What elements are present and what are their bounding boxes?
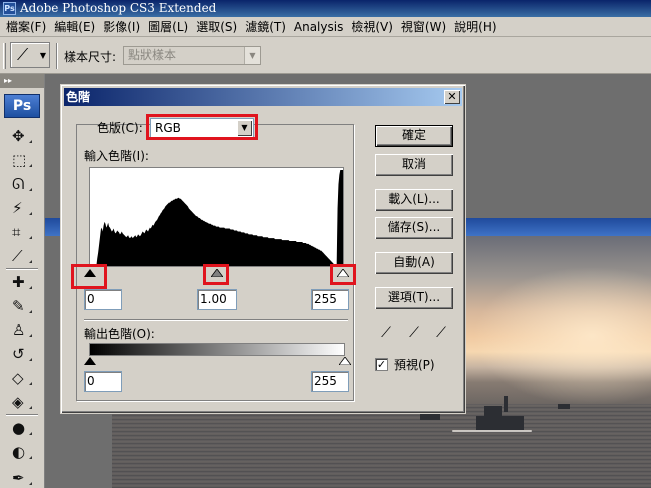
menu-filter[interactable]: 濾鏡(T): [243, 17, 292, 37]
output-gradient-bar: [89, 343, 345, 356]
photoshop-logo[interactable]: Ps: [4, 94, 40, 118]
tool-preset-picker[interactable]: ⟋ ▼: [10, 42, 50, 68]
clone-stamp-tool-icon[interactable]: ♙: [6, 320, 38, 340]
annotation-highlight: [330, 264, 356, 285]
output-black-handle[interactable]: [84, 357, 96, 365]
boat: [558, 404, 570, 409]
pen-tool-icon[interactable]: ✒: [6, 468, 38, 488]
menu-image[interactable]: 影像(I): [101, 17, 146, 37]
menu-file[interactable]: 檔案(F): [4, 17, 52, 37]
toolbox-header[interactable]: ▸▸: [0, 74, 44, 88]
menu-window[interactable]: 視窗(W): [399, 17, 452, 37]
preview-label: 預視(P): [394, 358, 435, 372]
sample-size-label: 樣本尺寸:: [64, 50, 117, 64]
paint-bucket-tool-icon[interactable]: ◈: [6, 392, 38, 412]
white-point-eyedropper-icon[interactable]: ⟋: [432, 324, 450, 342]
menu-analysis[interactable]: Analysis: [292, 17, 349, 37]
levels-dialog: 色階 ✕ 色版(C): RGB ▼ 輸入色階(I): 0 1.00 255 輸出…: [60, 84, 466, 414]
annotation-highlight: [203, 264, 229, 285]
toolbox-divider: [6, 268, 38, 270]
toolbox: ▸▸ Ps ✥⬚ᘏ⚡⌗⟋✚✎♙↺◇◈●◐✒T: [0, 74, 45, 488]
preview-checkbox[interactable]: ✓: [375, 358, 388, 371]
ok-button[interactable]: 確定: [375, 125, 453, 147]
marquee-tool-icon[interactable]: ⬚: [6, 150, 38, 170]
dodge-tool-icon[interactable]: ◐: [6, 442, 38, 462]
boat: [420, 414, 440, 420]
input-white-field[interactable]: 255: [311, 289, 349, 310]
options-bar: ⟋ ▼ 樣本尺寸: 點狀樣本 ▼: [0, 37, 651, 74]
brush-tool-icon[interactable]: ✎: [6, 296, 38, 316]
chevron-down-icon: ▼: [39, 51, 46, 60]
auto-button[interactable]: 自動(A): [375, 252, 453, 274]
dialog-title-bar[interactable]: 色階 ✕: [64, 88, 462, 106]
output-white-field[interactable]: 255: [311, 371, 349, 392]
section-divider: [84, 319, 348, 321]
menu-bar: 檔案(F) 編輯(E) 影像(I) 圖層(L) 選取(S) 濾鏡(T) Anal…: [0, 17, 651, 37]
black-point-eyedropper-icon[interactable]: ⟋: [377, 324, 395, 342]
healing-brush-tool-icon[interactable]: ✚: [6, 272, 38, 292]
close-icon[interactable]: ✕: [444, 90, 460, 104]
app-title: Adobe Photoshop CS3 Extended: [20, 1, 217, 15]
app-title-bar: Ps Adobe Photoshop CS3 Extended: [0, 0, 651, 17]
history-brush-tool-icon[interactable]: ↺: [6, 344, 38, 364]
options-divider: [56, 43, 58, 69]
sample-size-value: 點狀樣本: [128, 48, 177, 62]
input-gamma-field[interactable]: 1.00: [197, 289, 237, 310]
lasso-tool-icon[interactable]: ᘏ: [6, 174, 38, 194]
boat: [476, 416, 524, 430]
magic-wand-tool-icon[interactable]: ⚡: [6, 198, 38, 218]
output-levels-label: 輸出色階(O):: [84, 327, 155, 341]
sample-size-select[interactable]: 點狀樣本 ▼: [123, 46, 261, 65]
menu-view[interactable]: 檢視(V): [349, 17, 399, 37]
move-tool-icon[interactable]: ✥: [6, 126, 38, 146]
channel-label: 色版(C):: [97, 121, 143, 135]
load-button[interactable]: 載入(L)...: [375, 189, 453, 211]
menu-select[interactable]: 選取(S): [194, 17, 243, 37]
menu-help[interactable]: 說明(H): [452, 17, 502, 37]
output-black-field[interactable]: 0: [84, 371, 122, 392]
annotation-highlight: [146, 114, 258, 140]
options-button[interactable]: 選項(T)...: [375, 287, 453, 309]
chevron-down-icon: ▼: [244, 47, 260, 64]
menu-edit[interactable]: 編輯(E): [52, 17, 101, 37]
input-levels-label: 輸入色階(I):: [84, 149, 149, 163]
blur-tool-icon[interactable]: ●: [6, 418, 38, 438]
output-white-handle[interactable]: [339, 357, 351, 365]
toolbox-divider: [6, 414, 38, 416]
gray-point-eyedropper-icon[interactable]: ⟋: [405, 324, 423, 342]
eyedropper-icon: ⟋: [17, 45, 29, 64]
dialog-title: 色階: [66, 90, 91, 104]
photoshop-app-icon: Ps: [3, 2, 16, 15]
menu-layer[interactable]: 圖層(L): [146, 17, 194, 37]
eraser-tool-icon[interactable]: ◇: [6, 368, 38, 388]
options-bar-grip[interactable]: [3, 43, 6, 69]
eyedropper-tool-icon[interactable]: ⟋: [6, 246, 38, 266]
cancel-button[interactable]: 取消: [375, 154, 453, 176]
annotation-highlight: [71, 264, 107, 289]
histogram: [89, 167, 344, 267]
save-button[interactable]: 儲存(S)...: [375, 217, 453, 239]
crop-tool-icon[interactable]: ⌗: [6, 222, 38, 242]
histogram-graph: [90, 170, 343, 266]
input-black-field[interactable]: 0: [84, 289, 122, 310]
